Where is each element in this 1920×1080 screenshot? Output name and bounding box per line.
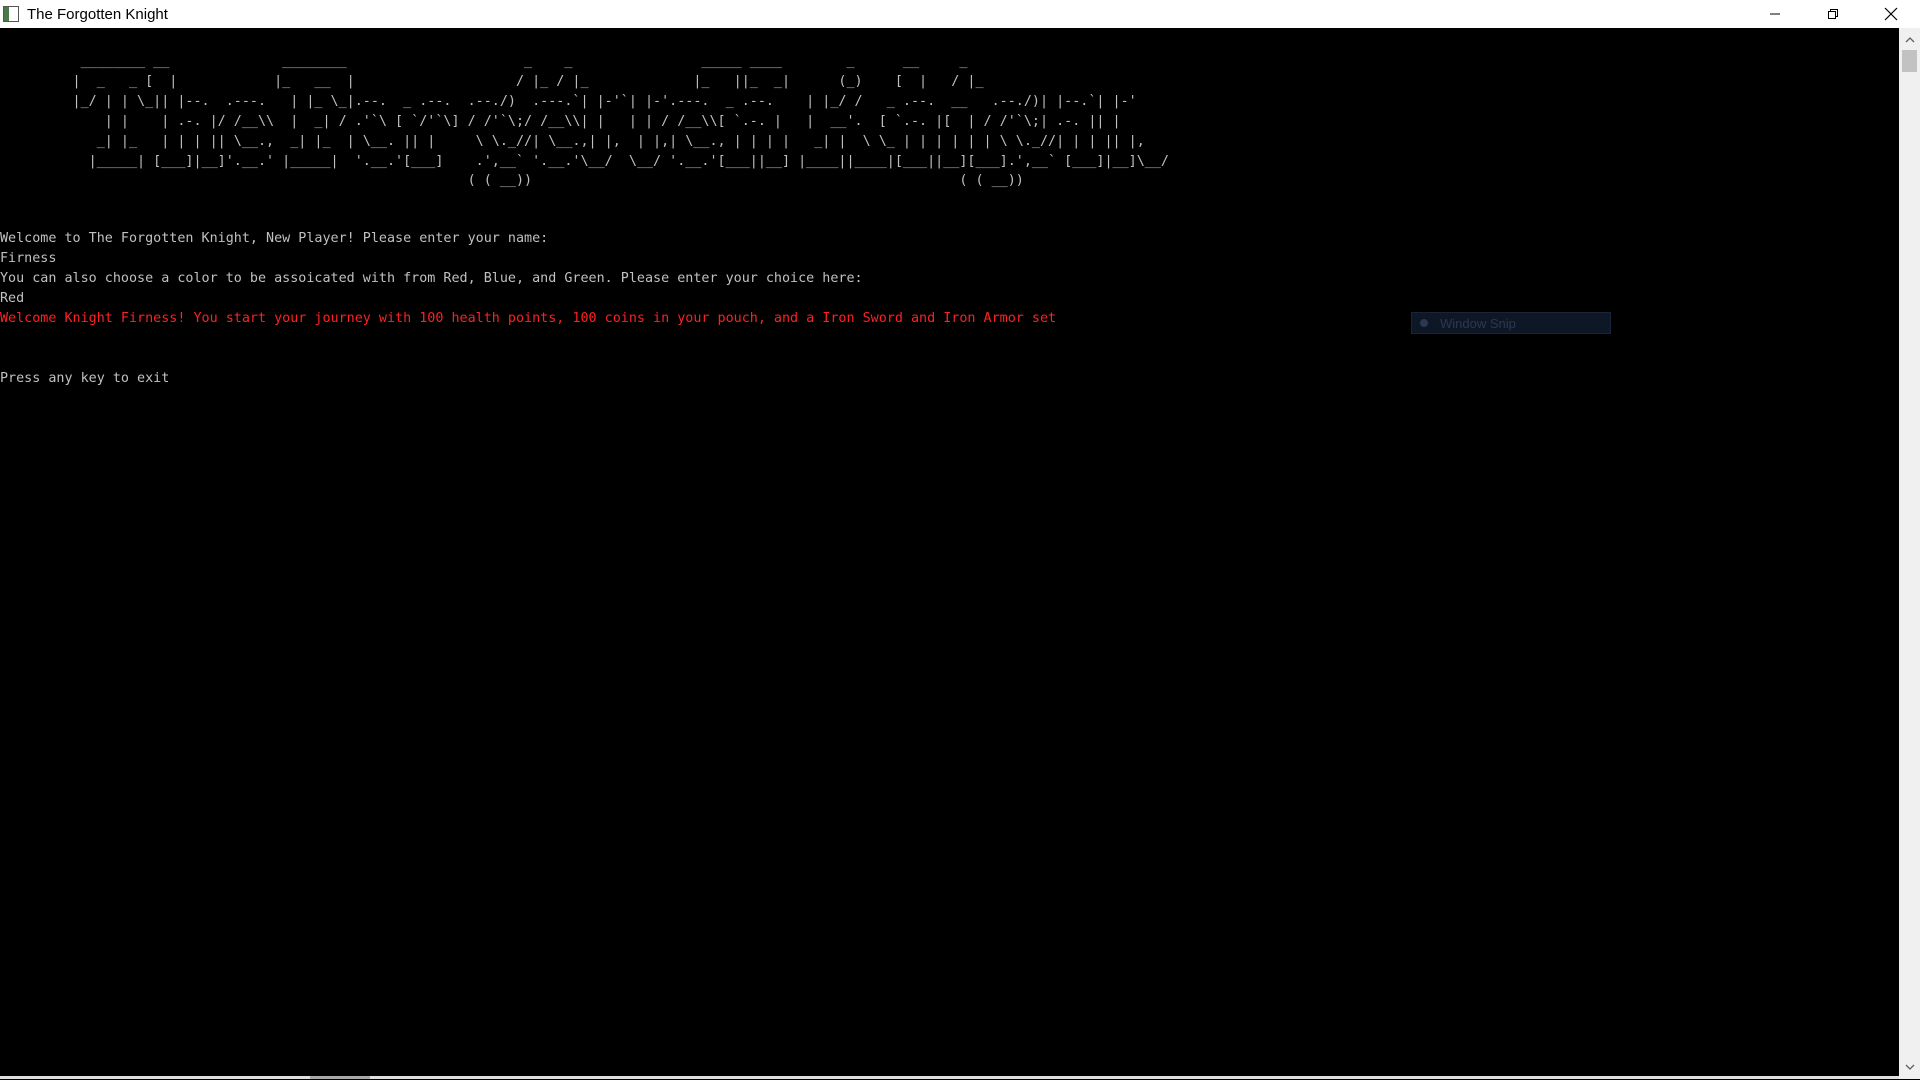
ascii-banner-line: |_____| [___]|__]'.__.' |_____| '.__.'[_… (0, 153, 1169, 169)
ascii-title-banner: ________ __ ________ _ _ _____ ____ _ __… (0, 52, 1169, 191)
minimize-icon (1770, 13, 1780, 15)
ascii-banner-line: | _ _ [ | |_ __ | / |_ / |_ |_ ||_ _| (_… (0, 73, 984, 89)
console-line: You can also choose a color to be assoic… (0, 271, 863, 286)
close-icon (1884, 7, 1898, 21)
console-app-icon (3, 6, 19, 22)
ascii-banner-line: ( ( __)) ( ( __)) (0, 173, 1024, 189)
scroll-down-button[interactable] (1899, 1057, 1920, 1077)
console-text-lines: Welcome to The Forgotten Knight, New Pla… (0, 229, 1056, 389)
snip-icon (1420, 319, 1428, 327)
window-title: The Forgotten Knight (27, 5, 168, 23)
welcome-message-line: Welcome Knight Firness! You start your j… (0, 311, 1057, 326)
console-line: Firness (0, 251, 57, 266)
ascii-banner-line: _| |_ | | | || \__., _| |_ | \__. || | \… (0, 133, 1145, 149)
vertical-scrollbar[interactable] (1899, 28, 1920, 1079)
console-line: Welcome to The Forgotten Knight, New Pla… (0, 231, 549, 246)
ascii-banner-line: |_/ | | \_|| |--. .---. | |_ \_|.--. _ .… (0, 93, 1137, 109)
console-line: Red (0, 291, 25, 306)
restore-button[interactable] (1804, 0, 1862, 28)
scroll-up-button[interactable] (1899, 30, 1920, 50)
window-snip-overlay: Window Snip (1411, 312, 1611, 334)
ascii-banner-line: | | | .-. |/ /__\\ | _| / .'`\ [ `/'`\] … (0, 113, 1121, 129)
title-bar[interactable]: The Forgotten Knight (0, 0, 1920, 28)
horizontal-scroll-thumb[interactable] (310, 1076, 370, 1079)
vertical-scroll-thumb[interactable] (1902, 50, 1917, 72)
close-button[interactable] (1862, 0, 1920, 28)
ascii-banner-line: ________ __ ________ _ _ _____ ____ _ __… (0, 54, 968, 69)
minimize-button[interactable] (1746, 0, 1804, 28)
window-controls (1746, 0, 1920, 28)
console-line: Press any key to exit (0, 371, 170, 386)
console-output[interactable]: ________ __ ________ _ _ _____ ____ _ __… (0, 28, 1899, 1079)
console-window: The Forgotten Knight ________ __ _______… (0, 0, 1920, 1080)
restore-icon (1828, 9, 1838, 19)
chevron-up-icon (1905, 37, 1914, 43)
chevron-down-icon (1905, 1064, 1914, 1070)
horizontal-scrollbar[interactable] (0, 1076, 1899, 1079)
snip-label: Window Snip (1440, 315, 1516, 331)
